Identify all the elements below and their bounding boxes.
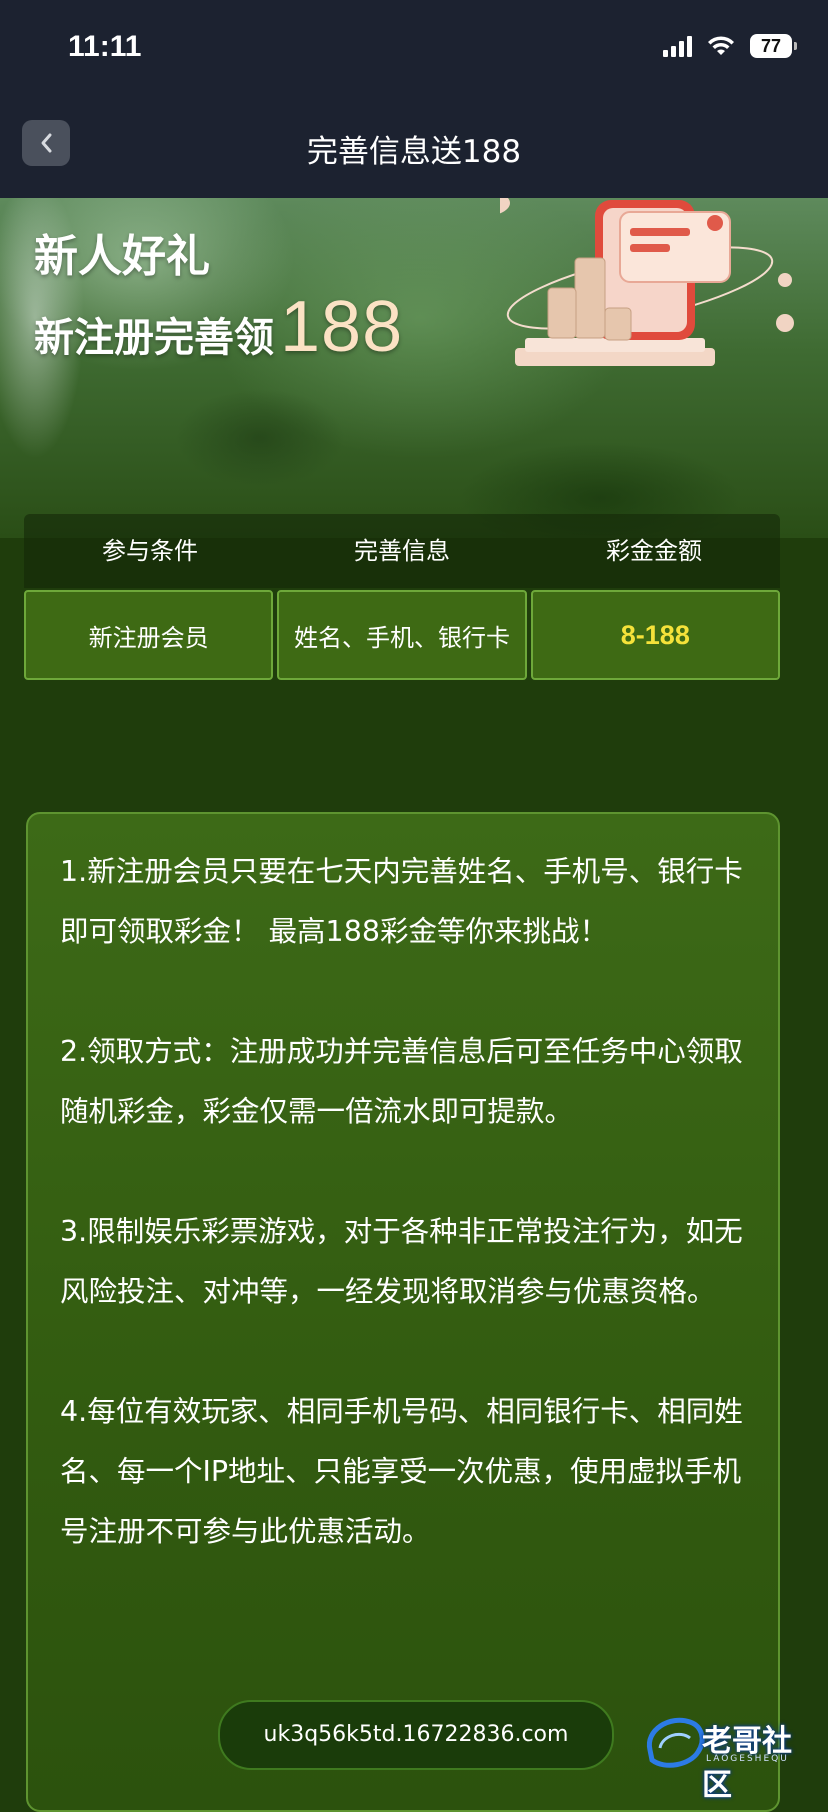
cellular-signal-icon (663, 35, 692, 57)
domain-link[interactable]: uk3q56k5td.16722836.com (218, 1700, 614, 1770)
rules-panel: 1.新注册会员只要在七天内完善姓名、手机号、银行卡即可领取彩金！ 最高188彩金… (26, 812, 780, 1812)
banner-subtitle: 新注册完善领 188 (34, 286, 403, 368)
status-icons: 77 (663, 34, 797, 58)
status-bar: 11:11 77 (0, 0, 828, 100)
banner-title: 新人好礼 (34, 231, 210, 282)
banner-amount: 188 (280, 287, 404, 367)
battery-icon: 77 (750, 34, 797, 58)
rule-item-2: 2.领取方式：注册成功并完善信息后可至任务中心领取随机彩金，彩金仅需一倍流水即可… (60, 1035, 743, 1128)
rule-item-3: 3.限制娱乐彩票游戏，对于各种非正常投注行为，如无风险投注、对冲等，一经发现将取… (60, 1215, 743, 1308)
table-row: 新注册会员 姓名、手机、银行卡 8-188 (24, 590, 780, 680)
promo-banner: 新人好礼 新注册完善领 188 (0, 198, 828, 538)
dragon-logo-icon (646, 1717, 705, 1768)
nav-bar: 完善信息送188 (0, 100, 828, 198)
table-header-row: 参与条件 完善信息 彩金金额 (24, 514, 780, 588)
rule-item-4: 4.每位有效玩家、相同手机号码、相同银行卡、相同姓名、每一个IP地址、只能享受一… (60, 1395, 743, 1548)
phone-coins-illustration (500, 198, 794, 366)
page-title: 完善信息送188 (306, 134, 522, 170)
table-header-condition: 参与条件 (102, 537, 198, 565)
rule-item-1: 1.新注册会员只要在七天内完善姓名、手机号、银行卡即可领取彩金！ 最高188彩金… (60, 855, 743, 948)
watermark-logo: 老哥社区 LAOGESHEQU (640, 1708, 820, 1803)
banner-subtitle-text: 新注册完善领 (34, 315, 274, 361)
promo-table: 参与条件 完善信息 彩金金额 新注册会员 姓名、手机、银行卡 8-188 (24, 514, 780, 680)
table-header-info: 完善信息 (354, 537, 450, 565)
table-cell-amount: 8-188 (530, 590, 780, 680)
status-time: 11:11 (68, 30, 142, 63)
wifi-icon (708, 36, 734, 55)
watermark-subtext: LAOGESHEQU (706, 1754, 789, 1764)
table-header-amount: 彩金金额 (606, 537, 702, 565)
table-cell-condition: 新注册会员 (24, 590, 274, 680)
table-cell-info: 姓名、手机、银行卡 (277, 590, 527, 680)
